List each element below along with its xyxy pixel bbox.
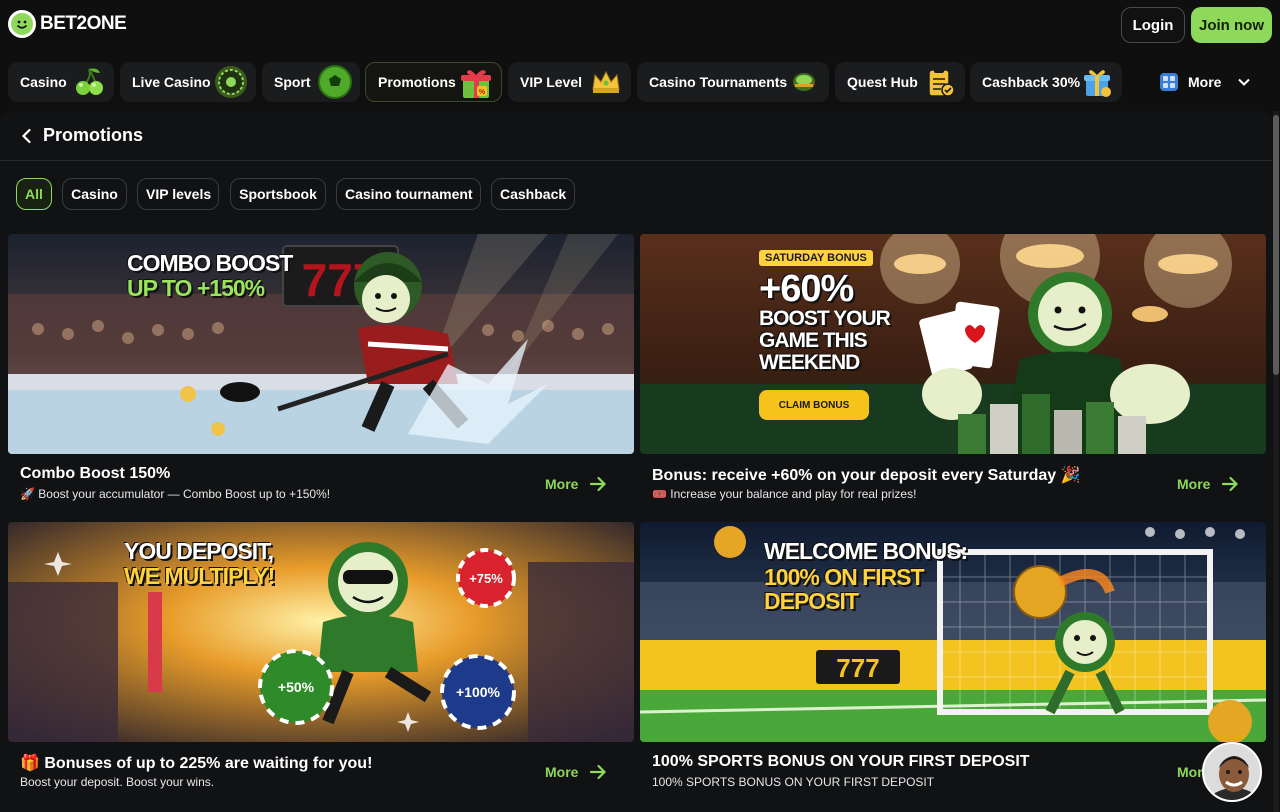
- chip-75-label: +75%: [469, 571, 503, 586]
- category-nav: Casino Live Casino Sport Promotions % VI…: [0, 58, 1280, 104]
- filter-chip-all[interactable]: All: [16, 178, 52, 210]
- nav-more-label: More: [1188, 74, 1222, 90]
- casino-banner-image: [640, 234, 1266, 454]
- arrow-right-icon: [1222, 476, 1239, 492]
- nav-item-casino[interactable]: Casino: [8, 62, 114, 102]
- filter-chip-cashback[interactable]: Cashback: [491, 178, 575, 210]
- filter-chip-sportsbook[interactable]: Sportsbook: [230, 178, 326, 210]
- nav-item-label: Promotions: [378, 74, 456, 90]
- page: BET2ONE Login Join now Casino Live Casin…: [0, 0, 1280, 812]
- svg-text:777: 777: [836, 653, 879, 683]
- nav-item-label: Live Casino: [132, 74, 211, 90]
- filter-chip-casino[interactable]: Casino: [62, 178, 127, 210]
- banner-headline: +60%: [759, 268, 854, 310]
- clipboard-icon: [923, 65, 957, 99]
- more-label: More: [545, 764, 579, 780]
- nav-item-vip-level[interactable]: VIP Level: [508, 62, 631, 102]
- svg-text:%: %: [479, 89, 486, 96]
- nav-item-quest-hub[interactable]: Quest Hub: [835, 62, 965, 102]
- back-arrow-icon[interactable]: [18, 127, 36, 145]
- gift-icon: %: [459, 66, 493, 100]
- chip-50-label: +50%: [278, 679, 315, 695]
- nav-item-label: Cashback 30%: [982, 74, 1081, 90]
- filter-chip-vip-levels[interactable]: VIP levels: [137, 178, 219, 210]
- nav-item-label: VIP Level: [520, 74, 583, 90]
- nav-item-sport[interactable]: Sport: [262, 62, 360, 102]
- banner-headline: COMBO BOOST: [127, 250, 293, 276]
- promo-banner[interactable]: 777 COMBO BOOST UP TO +150%: [8, 234, 634, 454]
- join-now-button[interactable]: Join now: [1191, 7, 1272, 43]
- promo-title: 100% SPORTS BONUS ON YOUR FIRST DEPOSIT: [652, 753, 1030, 770]
- logo[interactable]: BET2ONE: [8, 10, 127, 38]
- promo-banner[interactable]: SATURDAY BONUS +60% BOOST YOUR GAME THIS…: [640, 234, 1266, 454]
- banner-headline: WELCOME BONUS:: [764, 538, 968, 564]
- support-chat-avatar[interactable]: [1202, 742, 1262, 802]
- promo-subtitle: 100% SPORTS BONUS ON YOUR FIRST DEPOSIT: [652, 775, 935, 789]
- banner-subheadline: WE MULTIPLY!: [124, 563, 275, 589]
- claim-bonus-button[interactable]: CLAIM BONUS: [759, 390, 869, 420]
- nav-item-casino-tournaments[interactable]: Casino Tournaments: [637, 62, 829, 102]
- promo-subtitle: 🎟️ Increase your balance and play for re…: [652, 487, 917, 501]
- page-scrollbar[interactable]: [1273, 111, 1279, 812]
- cherry-icon: [72, 65, 106, 99]
- promo-title: Bonus: receive +60% on your deposit ever…: [652, 467, 1081, 484]
- more-label: More: [545, 476, 579, 492]
- promo-more-link[interactable]: More: [545, 762, 608, 782]
- smiley-logo-icon: [8, 10, 36, 38]
- promo-more-link[interactable]: More: [545, 474, 608, 494]
- nav-item-label: Casino: [20, 74, 67, 90]
- arrow-right-icon: [590, 764, 607, 780]
- promo-title: 🎁 Bonuses of up to 225% are waiting for …: [20, 755, 373, 772]
- scroll-thumb[interactable]: [1273, 115, 1279, 375]
- chevron-down-icon: [1238, 78, 1251, 86]
- banner-subheadline: UP TO +150%: [127, 275, 265, 301]
- banner-headline: YOU DEPOSIT,: [124, 538, 274, 564]
- more-label: More: [1177, 476, 1211, 492]
- promo-subtitle: Boost your deposit. Boost your wins.: [20, 775, 215, 789]
- nav-item-cashback[interactable]: Cashback 30%: [970, 62, 1122, 102]
- vegas-banner-image: +75% +50% +100%: [8, 522, 634, 742]
- nav-item-label: Quest Hub: [847, 74, 918, 90]
- banner-tag: SATURDAY BONUS: [759, 250, 873, 266]
- nav-item-promotions[interactable]: Promotions %: [365, 62, 502, 102]
- promo-subtitle: 🚀 Boost your accumulator — Combo Boost u…: [20, 487, 331, 501]
- promo-more-link[interactable]: More: [1177, 474, 1240, 494]
- gift-box-icon: [1080, 65, 1114, 99]
- promo-card-combo-boost[interactable]: 777 COMBO BOOST UP TO +150% Combo Boost …: [8, 234, 634, 512]
- nav-item-label: Sport: [274, 74, 311, 90]
- filter-chip-casino-tournament[interactable]: Casino tournament: [336, 178, 481, 210]
- login-button[interactable]: Login: [1121, 7, 1185, 43]
- trophy-icon: [787, 65, 821, 99]
- promo-banner[interactable]: +75% +50% +100% YOU DEPOSIT, WE MULTIPLY…: [8, 522, 634, 742]
- promo-card-deposit-multiply[interactable]: +75% +50% +100% YOU DEPOSIT, WE MULTIPLY…: [8, 522, 634, 800]
- roulette-icon: [214, 65, 248, 99]
- banner-subheadline: 100% ON FIRST DEPOSIT: [764, 564, 925, 614]
- promo-card-saturday-bonus[interactable]: SATURDAY BONUS +60% BOOST YOUR GAME THIS…: [640, 234, 1266, 512]
- crown-icon: [589, 65, 623, 99]
- page-title: Promotions: [43, 125, 144, 145]
- chip-100-label: +100%: [456, 684, 501, 700]
- hockey-banner-image: 777: [8, 234, 634, 454]
- promo-card-welcome-bonus[interactable]: 777 WELCOME BONUS: 100% ON FIRST DEPOSIT…: [640, 522, 1266, 800]
- nav-item-live-casino[interactable]: Live Casino: [120, 62, 256, 102]
- promo-banner[interactable]: 777 WELCOME BONUS: 100% ON FIRST DEPOSIT: [640, 522, 1266, 742]
- banner-subheadline: BOOST YOUR GAME THIS WEEKEND: [759, 307, 891, 374]
- header: BET2ONE Login Join now: [0, 0, 1280, 50]
- soccer-ball-icon: [318, 65, 352, 99]
- page-header: Promotions: [0, 111, 1272, 161]
- grid-icon: [1160, 73, 1178, 91]
- promotions-panel: Promotions All Casino VIP levels Sportsb…: [0, 111, 1272, 812]
- arrow-right-icon: [590, 476, 607, 492]
- nav-item-label: Casino Tournaments: [649, 74, 788, 90]
- nav-more-button[interactable]: More: [1160, 62, 1251, 102]
- promo-title: Combo Boost 150%: [20, 465, 171, 482]
- logo-text: BET2ONE: [40, 13, 127, 34]
